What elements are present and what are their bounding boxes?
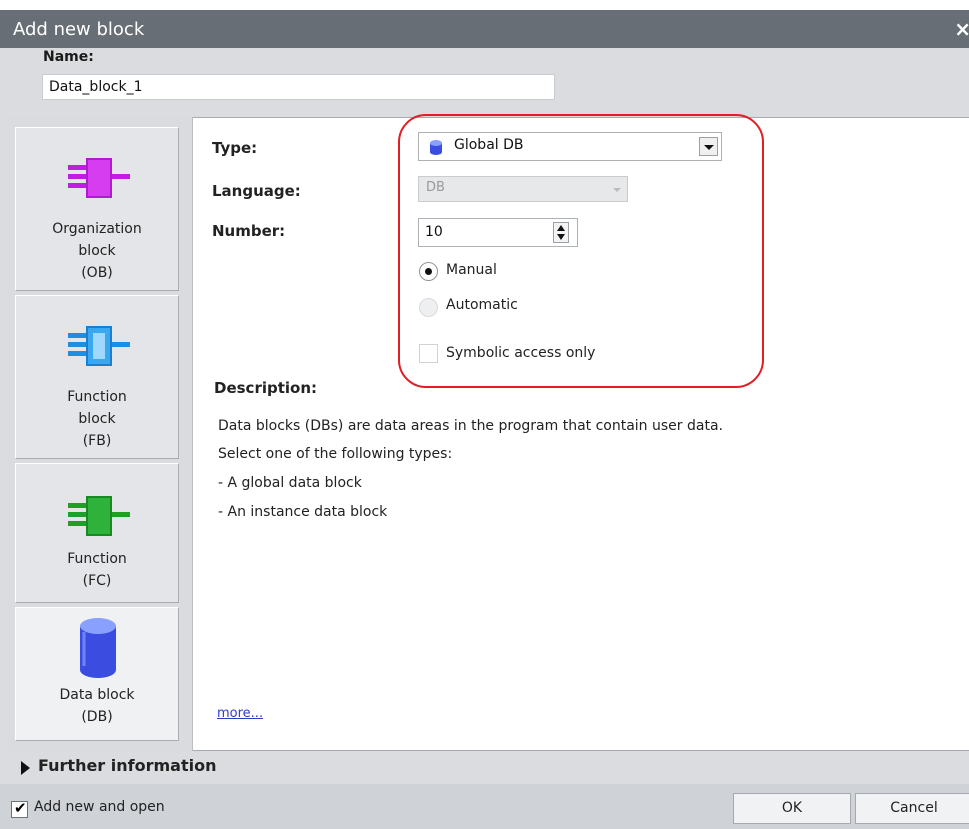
chevron-down-icon [613, 188, 621, 192]
description-line: Select one of the following types: [218, 446, 453, 462]
ok-button[interactable]: OK [733, 793, 851, 824]
organization-block-icon [68, 158, 130, 198]
function-block-icon [68, 326, 130, 366]
title-bar[interactable]: Add new block × [0, 10, 969, 48]
manual-label: Manual [446, 262, 497, 278]
further-information-toggle[interactable]: Further information [0, 752, 969, 784]
description-heading: Description: [214, 379, 318, 397]
description-line: - A global data block [218, 475, 362, 491]
tile-label: Organization block (OB) [52, 221, 142, 281]
further-information-label: Further information [38, 756, 217, 775]
manual-radio[interactable] [419, 262, 438, 281]
checkmark-icon: ✔ [14, 799, 27, 817]
type-dropdown[interactable]: Global DB [418, 132, 722, 161]
close-icon[interactable]: × [954, 19, 969, 39]
cancel-button[interactable]: Cancel [855, 793, 969, 824]
tile-label: Data block (DB) [59, 687, 135, 725]
add-new-and-open-checkbox[interactable]: ✔ [11, 799, 28, 818]
block-type-function[interactable]: Function (FC) [15, 463, 179, 603]
automatic-radio[interactable] [419, 298, 438, 317]
global-db-icon [430, 140, 442, 155]
type-value: Global DB [454, 137, 524, 153]
top-margin [0, 0, 969, 10]
number-value: 10 [425, 224, 443, 240]
name-label: Name: [43, 49, 94, 65]
add-new-block-dialog: Add new block × Name: Organization block… [0, 0, 969, 829]
add-new-and-open-label: Add new and open [34, 799, 165, 815]
language-dropdown: DB [418, 176, 628, 202]
block-type-function-block[interactable]: Function block (FB) [15, 295, 179, 459]
number-stepper[interactable]: 10 [418, 218, 578, 247]
block-type-data-block[interactable]: Data block (DB) [15, 607, 179, 741]
tile-label: Function (FC) [67, 551, 127, 589]
dialog-title: Add new block [13, 19, 145, 40]
automatic-label: Automatic [446, 297, 518, 313]
function-icon [68, 496, 130, 536]
description-line: Data blocks (DBs) are data areas in the … [218, 418, 723, 434]
data-block-icon [80, 618, 116, 678]
symbolic-access-label: Symbolic access only [446, 345, 596, 361]
number-label: Number: [212, 222, 286, 240]
language-value: DB [426, 180, 445, 195]
chevron-down-icon[interactable] [699, 137, 718, 156]
symbolic-access-checkbox[interactable] [419, 344, 438, 363]
spin-down-icon[interactable] [557, 234, 565, 240]
name-input[interactable] [42, 74, 555, 100]
expand-arrow-icon[interactable] [21, 761, 30, 775]
spin-buttons[interactable] [553, 222, 569, 243]
type-label: Type: [212, 139, 258, 157]
spin-up-icon[interactable] [557, 225, 565, 231]
tile-label: Function block (FB) [67, 389, 127, 449]
more-link[interactable]: more... [217, 706, 263, 721]
radio-selected-dot [425, 268, 432, 275]
block-type-organization-block[interactable]: Organization block (OB) [15, 127, 179, 291]
description-line: - An instance data block [218, 504, 388, 520]
language-label: Language: [212, 182, 301, 200]
